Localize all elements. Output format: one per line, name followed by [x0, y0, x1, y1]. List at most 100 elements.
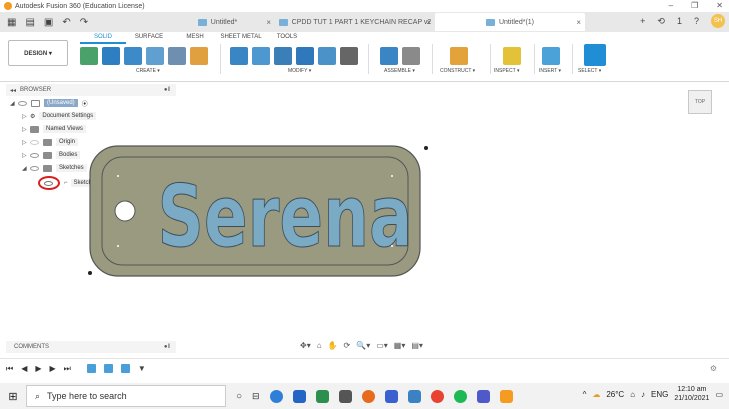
active-radio-icon[interactable]: ⦿: [82, 99, 88, 108]
pattern-icon[interactable]: [168, 47, 186, 65]
tab-untitled-1[interactable]: Untitled*(1) ×: [435, 13, 585, 31]
eye-icon[interactable]: [30, 152, 39, 158]
fusion-taskbar-icon[interactable]: [499, 389, 513, 403]
tab-tools[interactable]: TOOLS: [264, 34, 310, 44]
network-icon[interactable]: ⌂: [630, 390, 635, 399]
undo-icon[interactable]: ↶: [62, 17, 70, 28]
store-icon[interactable]: [338, 389, 352, 403]
keychain-text[interactable]: Serena: [157, 167, 413, 268]
pan-icon[interactable]: ✋: [328, 341, 338, 350]
save-icon[interactable]: ▣: [44, 17, 53, 28]
comments-panel[interactable]: COMMENTS ●‖: [6, 341, 176, 353]
expand-arrow-icon[interactable]: ▷: [22, 139, 30, 146]
play-icon[interactable]: ▶: [35, 364, 41, 373]
browser-header[interactable]: ◂◂ BROWSER ●‖: [6, 84, 176, 96]
zoom-rotate-icon[interactable]: ⟳: [344, 341, 351, 350]
notification-icon[interactable]: ▭: [715, 390, 723, 399]
home-icon[interactable]: ⌂: [317, 341, 322, 350]
sketch-point[interactable]: [88, 271, 92, 275]
revolve-icon[interactable]: [124, 47, 142, 65]
timeline-sketch-icon[interactable]: [86, 364, 96, 373]
step-forward-icon[interactable]: ▶: [50, 364, 56, 373]
collapse-arrow-icon[interactable]: ◢: [22, 165, 30, 172]
weather-temp[interactable]: 26°C: [606, 390, 624, 399]
joint-icon[interactable]: [402, 47, 420, 65]
timeline-extrude-icon[interactable]: [120, 364, 130, 373]
eye-icon[interactable]: [18, 100, 27, 106]
sketch-point[interactable]: [424, 146, 428, 150]
tab-close-icon[interactable]: ×: [426, 18, 431, 27]
viewports-icon[interactable]: ▤▾: [411, 341, 423, 350]
minimize-button[interactable]: –: [669, 1, 673, 10]
collapse-arrow-icon[interactable]: ◢: [10, 100, 18, 107]
assemble-menu[interactable]: ASSEMBLE ▾: [384, 68, 415, 74]
chrome-icon[interactable]: [430, 389, 444, 403]
cortana-icon[interactable]: ○: [236, 391, 242, 402]
tab-close-icon[interactable]: ×: [576, 18, 581, 27]
display-settings-icon[interactable]: ▭▾: [376, 341, 388, 350]
help-icon[interactable]: ?: [694, 16, 699, 26]
new-component-icon[interactable]: [380, 47, 398, 65]
pin-icon[interactable]: ●‖: [164, 344, 170, 350]
tab-surface[interactable]: SURFACE: [126, 34, 172, 44]
collapse-icon[interactable]: ◂◂: [10, 87, 16, 94]
expand-arrow-icon[interactable]: ▷: [22, 113, 30, 120]
shell-icon[interactable]: [296, 47, 314, 65]
select-menu[interactable]: SELECT ▾: [578, 68, 601, 74]
dropbox-icon[interactable]: [384, 389, 398, 403]
grid-menu-icon[interactable]: ▦: [7, 17, 16, 28]
excel-icon[interactable]: [315, 389, 329, 403]
tab-mesh[interactable]: MESH: [172, 34, 218, 44]
windows-start-icon[interactable]: ⊞: [0, 390, 26, 403]
measure-icon[interactable]: [503, 47, 521, 65]
create-sketch-icon[interactable]: [80, 47, 98, 65]
draft-icon[interactable]: [318, 47, 336, 65]
tree-item-origin[interactable]: ▷ Origin: [22, 136, 79, 148]
tray-expand-icon[interactable]: ^: [583, 390, 587, 399]
tab-solid[interactable]: SOLID: [80, 34, 126, 44]
tree-item-named-views[interactable]: ▷ Named Views: [22, 123, 86, 135]
language-indicator[interactable]: ENG: [651, 390, 668, 399]
chamfer-icon[interactable]: [274, 47, 292, 65]
task-view-icon[interactable]: ⊟: [252, 391, 260, 402]
avatar[interactable]: SH: [711, 14, 725, 28]
workspace-switcher-button[interactable]: DESIGN ▾: [8, 40, 68, 66]
gear-icon[interactable]: ⚙: [710, 364, 717, 373]
viewcube[interactable]: TOP: [688, 90, 712, 114]
tab-close-icon[interactable]: ×: [266, 18, 271, 27]
inspect-menu[interactable]: INSPECT ▾: [494, 68, 519, 74]
jobs-icon[interactable]: 1: [677, 16, 682, 26]
keyring-hole[interactable]: [114, 200, 136, 222]
modify-menu[interactable]: MODIFY ▾: [288, 68, 311, 74]
sketch-point[interactable]: [391, 245, 393, 247]
tree-item-document-settings[interactable]: ▷ ⚙ Document Settings: [22, 110, 97, 122]
canvas-viewport[interactable]: Serena: [80, 140, 440, 280]
tab-sheet-metal[interactable]: SHEET METAL: [218, 34, 264, 44]
timeline-marker-icon[interactable]: ▼: [138, 364, 146, 373]
insert-menu[interactable]: INSERT ▾: [539, 68, 561, 74]
search-input[interactable]: ⌕ Type here to search: [26, 385, 226, 407]
press-pull-icon[interactable]: [230, 47, 248, 65]
insert-image-icon[interactable]: [542, 47, 560, 65]
file-menu-icon[interactable]: ▤: [25, 17, 34, 28]
tree-item-sketches[interactable]: ◢ Sketches: [22, 162, 87, 174]
expand-arrow-icon[interactable]: ▷: [22, 152, 30, 159]
offset-plane-icon[interactable]: [450, 47, 468, 65]
refresh-icon[interactable]: ⟲: [657, 16, 665, 27]
eye-icon[interactable]: [30, 165, 39, 171]
grid-settings-icon[interactable]: ▦▾: [394, 341, 406, 350]
firefox-icon[interactable]: [361, 389, 375, 403]
construct-menu[interactable]: CONSTRUCT ▾: [440, 68, 475, 74]
mail-icon[interactable]: [292, 389, 306, 403]
go-to-start-icon[interactable]: ⏮: [6, 364, 13, 374]
edge-icon[interactable]: [269, 389, 283, 403]
tree-item-bodies[interactable]: ▷ Bodies: [22, 149, 81, 161]
eye-icon[interactable]: [44, 181, 53, 186]
create-menu[interactable]: CREATE ▾: [136, 68, 160, 74]
sweep-icon[interactable]: [146, 47, 164, 65]
teams-icon[interactable]: [476, 389, 490, 403]
pin-icon[interactable]: ●‖: [164, 87, 170, 93]
go-to-end-icon[interactable]: ⏭: [64, 364, 71, 374]
orbit-icon[interactable]: ✥▾: [300, 341, 311, 350]
restore-button[interactable]: ❐: [691, 1, 698, 10]
